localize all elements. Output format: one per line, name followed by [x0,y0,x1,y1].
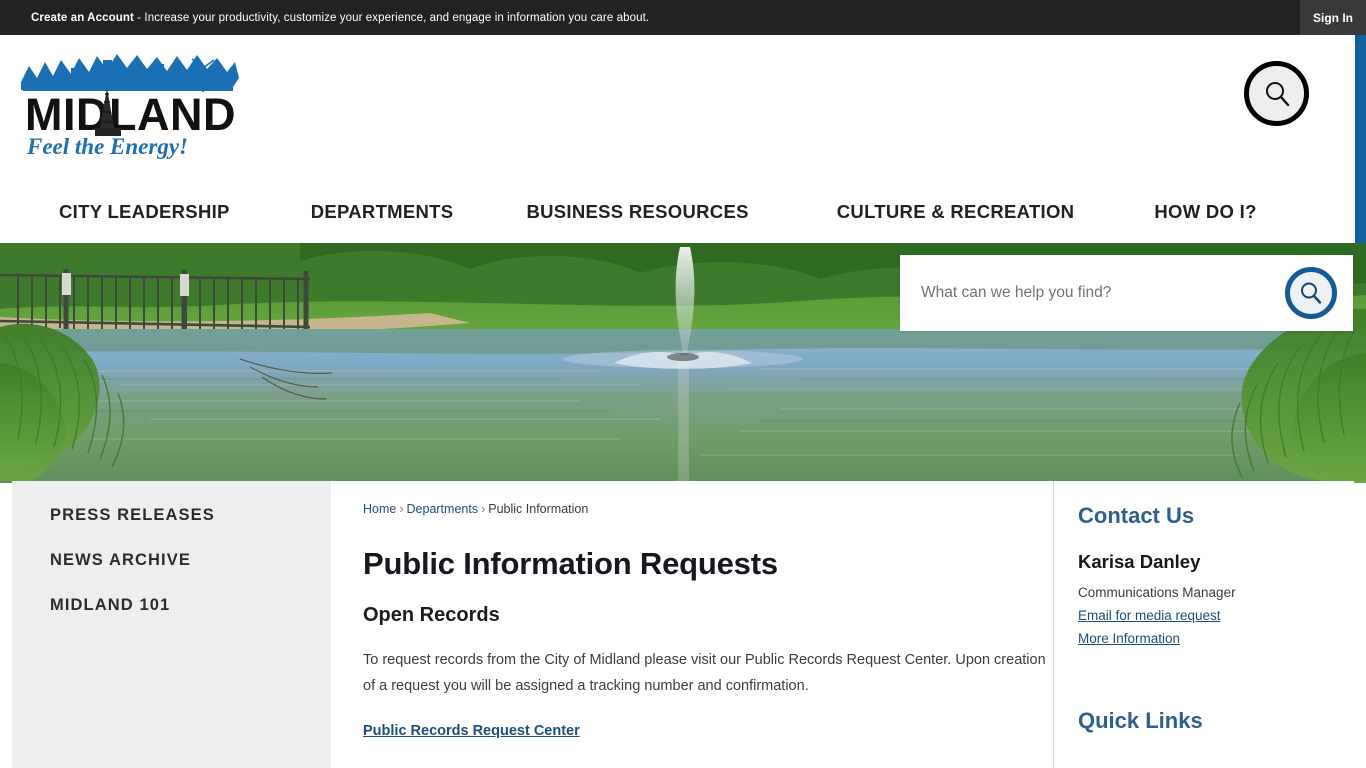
header-search-button[interactable] [1244,61,1309,126]
breadcrumb-separator: › [399,502,404,516]
sidebar-item-midland-101[interactable]: Midland 101 [12,583,331,628]
header-accent-bar [1355,35,1366,243]
nav-item-business-resources[interactable]: Business Resources [526,201,748,223]
create-account-link[interactable]: Create an Account [31,12,134,24]
breadcrumb-separator: › [481,502,486,516]
section-sidebar: Press Releases News Archive Midland 101 [12,481,331,768]
hero-search-box [900,255,1353,331]
main-content: Home › Departments › Public Information Publ… [331,481,1053,768]
search-icon [1301,282,1322,304]
midland-logo[interactable]: MIDLAND Feel the Energy! [17,48,245,160]
nav-item-city-leadership[interactable]: City Leadership [59,201,230,223]
email-media-request-link[interactable]: Email for media request [1078,608,1354,623]
quick-links-heading: Quick Links [1078,708,1203,733]
breadcrumb-departments[interactable]: Departments [407,502,479,516]
sidebar-item-press-releases[interactable]: Press Releases [12,493,331,538]
page-title: Public Information Requests [363,546,778,581]
announcement-bar: Create an Account - Increase your produc… [0,0,1366,35]
secondary-paragraph: For information regarding general reques… [363,763,1053,768]
breadcrumb-current: Public Information [488,502,589,516]
nav-item-culture-recreation[interactable]: Culture & Recreation [837,201,1075,223]
svg-text:Feel the Energy!: Feel the Energy! [26,134,188,159]
public-records-request-center-link[interactable]: Public Records Request Center [363,723,580,739]
search-input[interactable] [921,284,1241,302]
rail-spacer [1078,654,1354,708]
breadcrumb-home[interactable]: Home [363,502,396,516]
announcement-text: Create an Account - Increase your produc… [31,12,649,24]
search-icon [1265,81,1289,106]
breadcrumb: Home › Departments › Public Information [363,502,1053,516]
site-header: MIDLAND Feel the Energy! City Leadership… [0,35,1366,243]
search-submit-button[interactable] [1285,267,1337,319]
nav-item-departments[interactable]: Departments [311,201,454,223]
announcement-message: - Increase your productivity, customize … [133,11,650,24]
nav-item-how-do-i[interactable]: How Do I? [1154,201,1256,223]
right-rail: Contact Us Karisa Danley Communications … [1053,481,1354,768]
svg-text:MIDLAND: MIDLAND [25,89,236,140]
contact-role: Communications Manager [1078,585,1236,600]
page-content-container: Press Releases News Archive Midland 101 … [12,481,1354,768]
intro-paragraph: To request records from the City of Midl… [363,652,1046,694]
contact-us-heading: Contact Us [1078,503,1195,528]
section-heading-open-records: Open Records [363,604,500,626]
contact-name: Karisa Danley [1078,551,1201,572]
primary-navigation: City Leadership Departments Business Res… [0,181,1355,243]
more-information-link[interactable]: More Information [1078,631,1354,646]
sign-in-button[interactable]: Sign In [1300,0,1366,35]
sidebar-item-news-archive[interactable]: News Archive [12,538,331,583]
